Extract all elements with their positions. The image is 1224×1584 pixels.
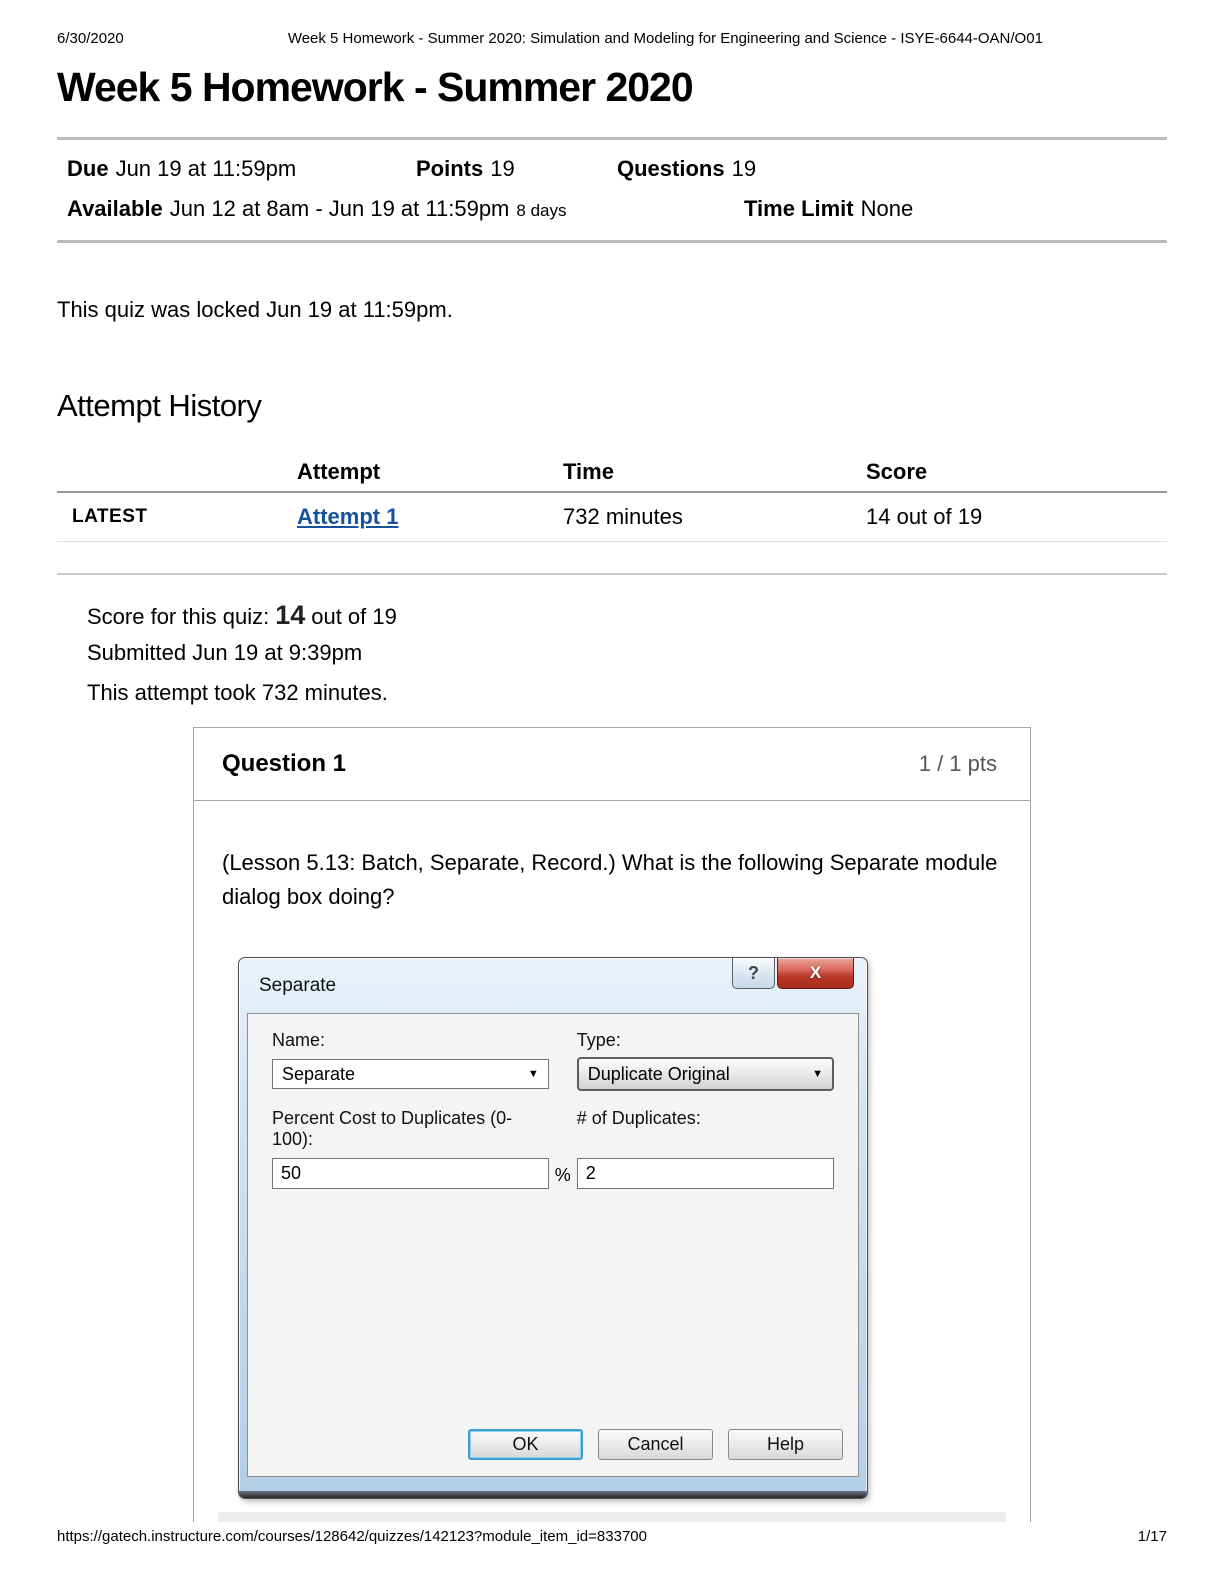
- percent-cost-input: [272, 1158, 549, 1189]
- dialog-title: Separate: [259, 975, 336, 997]
- help-icon: ?: [732, 958, 775, 989]
- duration-line: This attempt took 732 minutes.: [87, 680, 397, 708]
- question-points-badge: 1 / 1 pts: [919, 751, 997, 777]
- print-header-title: Week 5 Homework - Summer 2020: Simulatio…: [124, 30, 1167, 47]
- col-header-time: Time: [563, 459, 866, 485]
- type-dropdown-value: Duplicate Original: [588, 1064, 730, 1085]
- attempt-time-value: 732 minutes: [563, 504, 866, 530]
- name-dropdown: Separate ▼: [272, 1059, 549, 1089]
- attempt-history-table: Attempt Time Score LATEST Attempt 1 732 …: [57, 452, 1167, 575]
- quiz-locked-message: This quiz was locked Jun 19 at 11:59pm.: [57, 297, 453, 323]
- score-prefix: Score for this quiz:: [87, 604, 269, 629]
- dialog-window-controls: ? X: [732, 958, 854, 989]
- help-button: Help: [728, 1429, 843, 1460]
- table-row: LATEST Attempt 1 732 minutes 14 out of 1…: [57, 493, 1167, 542]
- print-page-number: 1/17: [1138, 1528, 1167, 1545]
- type-label: Type:: [577, 1030, 834, 1051]
- separate-dialog-window: Separate ? X Name: Type: Separate: [238, 957, 868, 1499]
- meta-points-label: Points: [416, 156, 483, 181]
- meta-available-label: Available: [67, 196, 163, 221]
- answer-section-top-strip: [218, 1512, 1006, 1522]
- question-header: Question 1 1 / 1 pts: [194, 728, 1030, 801]
- score-summary: Score for this quiz:14out of 19 Submitte…: [87, 600, 397, 720]
- question-body: (Lesson 5.13: Batch, Separate, Record.) …: [194, 801, 1030, 1499]
- dialog-button-row: OK Cancel Help: [468, 1429, 843, 1460]
- attempt-1-link[interactable]: Attempt 1: [297, 504, 398, 529]
- score-value: 14: [275, 600, 305, 630]
- meta-questions-label: Questions: [617, 156, 725, 181]
- meta-points-value: 19: [490, 156, 514, 181]
- meta-points: Points 19: [416, 156, 515, 182]
- meta-available-value: Jun 12 at 8am - Jun 19 at 11:59pm: [170, 196, 510, 221]
- attempt-history-heading: Attempt History: [57, 388, 261, 424]
- meta-due-label: Due: [67, 156, 109, 181]
- print-header: 6/30/2020 Week 5 Homework - Summer 2020:…: [57, 30, 1167, 47]
- print-footer: https://gatech.instructure.com/courses/1…: [57, 1528, 1167, 1545]
- meta-questions: Questions 19: [617, 156, 756, 182]
- print-date: 6/30/2020: [57, 30, 124, 47]
- chevron-down-icon: ▼: [528, 1068, 539, 1080]
- page-title: Week 5 Homework - Summer 2020: [57, 64, 693, 111]
- meta-questions-value: 19: [732, 156, 756, 181]
- meta-available-duration: 8 days: [516, 201, 566, 220]
- meta-due-value: Jun 19 at 11:59pm: [116, 156, 297, 181]
- num-duplicates-input: [577, 1158, 834, 1189]
- meta-time-limit-value: None: [861, 196, 914, 221]
- cancel-button: Cancel: [598, 1429, 713, 1460]
- attempt-latest-label: LATEST: [57, 506, 297, 528]
- quiz-meta: Due Jun 19 at 11:59pm Points 19 Questions 1…: [57, 137, 1167, 243]
- num-duplicates-label: # of Duplicates:: [577, 1108, 834, 1150]
- table-bottom-rule: [57, 573, 1167, 575]
- score-suffix: out of 19: [311, 604, 397, 629]
- print-footer-url: https://gatech.instructure.com/courses/1…: [57, 1528, 647, 1545]
- score-line: Score for this quiz:14out of 19: [87, 600, 397, 628]
- question-image-separate-dialog: Separate ? X Name: Type: Separate: [238, 957, 1002, 1499]
- col-header-attempt: Attempt: [297, 459, 563, 485]
- question-prompt: (Lesson 5.13: Batch, Separate, Record.) …: [222, 846, 1002, 914]
- chevron-down-icon: ▼: [812, 1068, 823, 1080]
- meta-time-limit: Time Limit None: [744, 196, 913, 222]
- close-icon: X: [777, 958, 854, 989]
- meta-time-limit-label: Time Limit: [744, 196, 854, 221]
- name-label: Name:: [272, 1030, 549, 1051]
- table-header-row: Attempt Time Score: [57, 452, 1167, 493]
- percent-cost-label: Percent Cost to Duplicates (0-100):: [272, 1108, 549, 1150]
- question-title: Question 1: [222, 750, 346, 778]
- type-dropdown: Duplicate Original ▼: [577, 1057, 834, 1091]
- ok-button: OK: [468, 1429, 583, 1460]
- col-header-score: Score: [866, 459, 1167, 485]
- name-dropdown-value: Separate: [282, 1064, 355, 1085]
- question-1-box: Question 1 1 / 1 pts (Lesson 5.13: Batch…: [193, 727, 1031, 1522]
- percent-sign: %: [549, 1158, 577, 1189]
- submitted-line: Submitted Jun 19 at 9:39pm: [87, 640, 397, 668]
- dialog-client-area: Name: Type: Separate ▼: [247, 1013, 859, 1477]
- meta-available: Available Jun 12 at 8am - Jun 19 at 11:59…: [67, 196, 566, 222]
- attempt-score-value: 14 out of 19: [866, 504, 1167, 530]
- meta-due: Due Jun 19 at 11:59pm: [67, 156, 296, 182]
